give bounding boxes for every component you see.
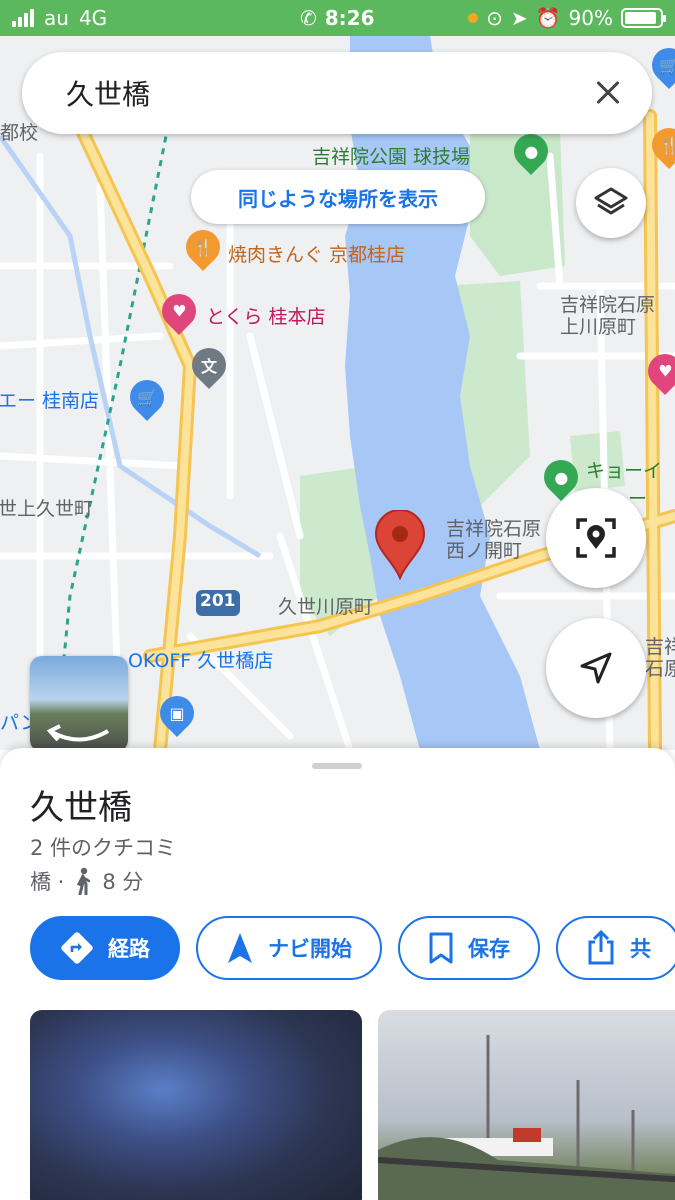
alarm-icon: ⏰ <box>535 6 561 30</box>
navigation-arrow-icon <box>228 933 252 963</box>
map-label-area-kuzekawara: 久世川原町 <box>278 596 374 618</box>
start-navigation-label: ナビ開始 <box>268 937 352 961</box>
selected-place-pin-icon[interactable] <box>374 510 426 580</box>
map-label-area-nishinokai: 吉祥院石原 西ノ開町 <box>446 518 542 562</box>
place-title: 久世橋 <box>30 788 132 828</box>
map-label-edge-bottom-right: 吉祥 石原 <box>645 636 675 680</box>
bookmark-icon <box>429 932 453 964</box>
route-201-label: 201 <box>200 591 236 611</box>
map-label-area-kamikawara: 吉祥院石原 上川原町 <box>560 294 656 338</box>
recording-dot-icon <box>468 13 479 23</box>
street-view-rotate-icon <box>46 724 110 742</box>
place-focus-icon <box>576 518 616 558</box>
action-buttons: 経路 ナビ開始 保存 共 <box>30 916 675 980</box>
close-icon[interactable] <box>588 73 628 113</box>
share-button[interactable]: 共 <box>556 916 675 980</box>
start-navigation-button[interactable]: ナビ開始 <box>196 916 382 980</box>
save-button[interactable]: 保存 <box>398 916 540 980</box>
save-label: 保存 <box>468 937 510 961</box>
rotation-lock-icon: ⊙ <box>486 6 503 30</box>
status-left: au 4G <box>12 6 107 30</box>
directions-label: 経路 <box>108 937 150 961</box>
place-category: 橋 · <box>30 870 65 894</box>
map-label-store-left[interactable]: エー 桂南店 <box>0 386 99 413</box>
navigation-arrow-outline-icon <box>580 652 612 684</box>
battery-percent: 90% <box>568 6 613 30</box>
place-photo-2[interactable] <box>378 1010 675 1200</box>
clock: 8:26 <box>324 6 375 30</box>
place-meta: 橋 · 8 分 <box>30 866 143 896</box>
share-label: 共 <box>630 937 651 961</box>
map-label-kyoei[interactable]: キョーイ <box>586 456 662 483</box>
photo-strip[interactable] <box>30 1010 675 1200</box>
map-label-yakiniku[interactable]: 焼肉きんぐ 京都桂店 <box>228 240 405 267</box>
phone-icon: ✆ <box>300 6 317 30</box>
place-bottom-sheet[interactable]: 久世橋 2 件のクチコミ 橋 · 8 分 経路 ナビ開始 保存 共 <box>0 748 675 1200</box>
directions-button[interactable]: 経路 <box>30 916 180 980</box>
my-location-button[interactable] <box>546 618 646 718</box>
street-view-locate-button[interactable] <box>546 488 646 588</box>
status-right: ⊙ ➤ ⏰ 90% <box>468 6 666 30</box>
search-query[interactable]: 久世橋 <box>66 73 588 113</box>
carrier-label: au <box>44 6 69 30</box>
location-arrow-icon: ➤ <box>510 6 528 30</box>
signal-icon <box>12 9 34 27</box>
similar-places-chip[interactable]: 同じような場所を表示 <box>191 170 485 224</box>
street-view-thumbnail[interactable] <box>30 656 128 750</box>
status-center: ✆ 8:26 <box>300 6 375 30</box>
map-label-park[interactable]: 吉祥院公園 球技場 <box>312 142 470 169</box>
layers-icon <box>594 187 628 215</box>
directions-icon <box>61 932 93 964</box>
map-label-area-kuze: 世上久世町 <box>0 498 94 520</box>
battery-icon <box>621 8 666 28</box>
bridge-photo-art <box>378 1035 675 1200</box>
search-bar[interactable]: 久世橋 <box>22 52 652 134</box>
review-count[interactable]: 2 件のクチコミ <box>30 832 176 862</box>
network-label: 4G <box>78 6 108 30</box>
walking-person-icon <box>77 867 91 895</box>
walk-time: 8 分 <box>102 870 144 894</box>
share-icon <box>588 930 614 965</box>
layers-button[interactable] <box>576 168 646 238</box>
map-label-edge-top-left: 都校 <box>0 122 39 144</box>
status-bar: au 4G ✆ 8:26 ⊙ ➤ ⏰ 90% <box>0 0 675 36</box>
map-label-bookoff[interactable]: OKOFF 久世橋店 <box>128 646 273 673</box>
drag-handle[interactable] <box>312 763 362 769</box>
place-photo-1[interactable] <box>30 1010 362 1200</box>
map-label-tokura[interactable]: とくら 桂本店 <box>206 302 325 329</box>
